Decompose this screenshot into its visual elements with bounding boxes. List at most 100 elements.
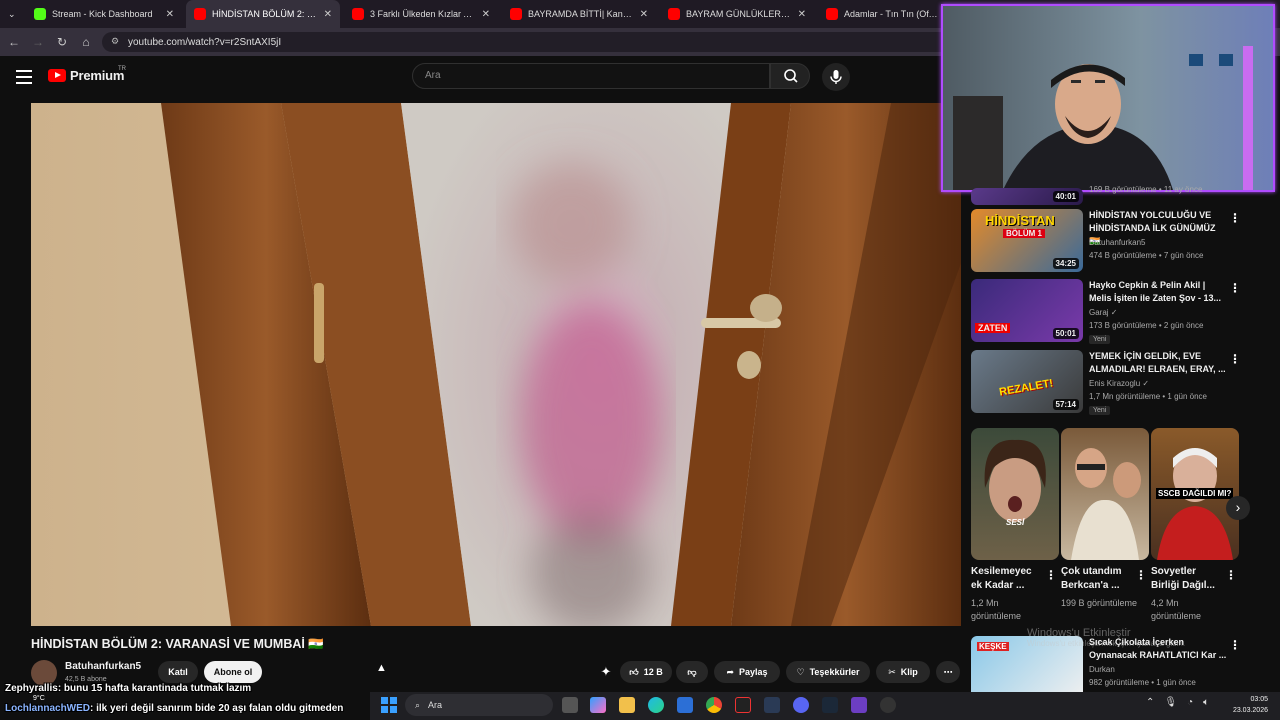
address-bar[interactable]: ⚙ youtube.com/watch?v=r2SntAXI5jI [102,32,952,52]
weather-widget[interactable]: 9°C [33,695,45,702]
video-thumbnail[interactable]: 40:01 [971,188,1083,205]
video-channel[interactable]: Batuhanfurkan5 [1089,238,1146,247]
close-icon[interactable]: ✕ [798,9,806,20]
short-card[interactable]: SESİ Kesilemeyec ek Kadar ... 1,2 Mn gör… [971,428,1059,621]
app-icon[interactable] [851,697,867,713]
short-card[interactable]: Çok utandım Berkcan'a ... 199 B görüntül… [1061,428,1149,608]
video-title[interactable]: YEMEK İÇİN GELDİK, EVE ALMADILAR! ELRAEN… [1089,350,1229,376]
obs-icon[interactable] [735,697,751,713]
search-button[interactable] [770,63,810,89]
short-title[interactable]: Kesilemeyec ek Kadar ... [971,565,1043,593]
recommended-video[interactable]: HİNDİSTAN BÖLÜM 1 34:25 HİNDİSTAN YOLCULUĞU… [971,209,1261,273]
ai-sparkle-button[interactable]: ✦ [596,661,616,683]
video-title[interactable]: Hayko Cepkin & Pelin Akil | Melis İşiten… [1089,279,1229,305]
browser-tab[interactable]: Stream - Kick Dashboard ✕ [26,0,182,28]
clock[interactable]: 03:05 23.03.2026 [1224,694,1268,716]
recommended-video[interactable]: 40:01 169 B görüntüleme • 11 ay önce [971,185,1261,206]
short-title[interactable]: Sovyetler Birliği Dağıl... [1151,565,1223,593]
search-icon [784,69,798,83]
video-duration: 40:01 [1052,191,1079,202]
edge-icon[interactable] [648,697,664,713]
close-icon[interactable]: ✕ [166,9,174,20]
site-info-icon[interactable]: ⚙ [111,36,121,46]
tab-list-button[interactable]: ⌄ [4,0,24,28]
chevron-down-icon: ⌄ [8,8,16,19]
subscribe-button[interactable]: Abone ol [204,661,262,683]
kick-icon [34,8,46,20]
more-options-icon[interactable]: ⋮ [1135,568,1147,582]
video-channel[interactable]: Garaj ✓ [1089,308,1118,317]
voice-search-button[interactable] [822,63,850,91]
taskbar-search-label: Ara [428,700,443,710]
more-options-icon[interactable]: ⋮ [1225,568,1237,582]
video-channel[interactable]: Enis Kirazoglu ✓ [1089,379,1149,388]
more-options-icon[interactable]: ⋮ [1229,638,1241,652]
hamburger-menu-icon[interactable] [16,70,32,84]
browser-tab[interactable]: HİNDİSTAN BÖLÜM 2: VARA ✕ [186,0,340,28]
volume-icon[interactable]: 🔈︎ [1203,697,1209,708]
chrome-icon[interactable] [706,697,722,713]
widgets-icon[interactable] [590,697,606,713]
video-thumbnail[interactable]: REZALET! 57:14 [971,350,1083,413]
steam-icon[interactable] [822,697,838,713]
wifi-icon[interactable]: ◔ [1187,697,1193,708]
short-thumbnail[interactable]: SSCB DAĞILDI MI? [1151,428,1239,560]
shorts-next-button[interactable]: › [1226,496,1250,520]
microphone-icon[interactable]: 🎙︎ [1164,697,1177,708]
video-player[interactable] [31,103,961,626]
channel-name[interactable]: Batuhanfurkan5 [65,661,141,672]
chat-message: LochlannachWED: ilk yeri değil sanırım b… [5,703,343,714]
like-button[interactable]: 👍︎ 12 B [620,661,672,683]
recommended-video[interactable]: REZALET! 57:14 YEMEK İÇİN GELDİK, EVE ALMA… [971,350,1261,415]
chevron-up-icon[interactable]: ⌃ [1146,697,1154,708]
close-icon[interactable]: ✕ [482,9,490,20]
clip-button[interactable]: ✂ Klip [876,661,930,683]
search-input[interactable]: Ara [412,63,770,89]
subscriber-count: 42,5 B abone [65,676,107,683]
more-options-icon[interactable]: ⋮ [1229,352,1241,366]
file-explorer-icon[interactable] [619,697,635,713]
tab-title: Stream - Kick Dashboard [52,9,153,19]
browser-tab[interactable]: 3 Farklı Ülkeden Kızlar Ankara'y ✕ [344,0,498,28]
thanks-button[interactable]: ♡ Teşekkürler [786,661,870,683]
close-icon[interactable]: ✕ [324,9,332,20]
chat-message: Zephyrallis: bunu 15 hafta karantinada t… [5,683,251,694]
clock-date: 23.03.2026 [1232,707,1268,714]
share-button[interactable]: ➦ Paylaş [714,661,780,683]
video-channel[interactable]: Durkan [1089,665,1115,674]
more-options-icon[interactable]: ⋮ [1229,281,1241,295]
youtube-premium-logo[interactable]: Premium TR [48,66,126,83]
dislike-button[interactable]: 👎︎ [676,661,708,683]
back-icon[interactable]: ← [6,34,22,50]
join-button[interactable]: Katıl [158,661,198,683]
store-icon[interactable] [677,697,693,713]
more-options-icon[interactable]: ⋮ [1045,568,1057,582]
short-title[interactable]: Çok utandım Berkcan'a ... [1061,565,1133,593]
more-options-icon[interactable]: ⋮ [1229,211,1241,225]
youtube-icon [826,8,838,20]
taskbar-search[interactable]: ⌕ Ara [405,694,553,716]
short-thumbnail[interactable] [1061,428,1149,560]
browser-tab[interactable]: BAYRAM GÜNLÜKLERİ 🔵 (go k ✕ [660,0,814,28]
task-view-icon[interactable] [562,697,578,713]
home-icon[interactable]: ⌂ [78,34,94,50]
discord-icon[interactable] [793,697,809,713]
app-icon[interactable] [764,697,780,713]
sparkle-icon: ✦ [600,664,612,679]
short-card[interactable]: SSCB DAĞILDI MI? Sovyetler Birliği Dağıl… [1151,428,1239,621]
video-thumbnail[interactable]: ZATEN 50:01 [971,279,1083,342]
short-thumbnail[interactable]: SESİ [971,428,1059,560]
share-label: Paylaş [739,667,768,677]
reload-icon[interactable]: ↻ [54,34,70,50]
browser-tab[interactable]: Adamlar - Tın Tın (Official Au [818,0,948,28]
close-icon[interactable]: ✕ [640,9,648,20]
short-views: 1,2 Mn görüntüleme [971,598,1022,621]
settings-icon[interactable] [880,697,896,713]
more-actions-button[interactable]: ⋯ [936,661,960,683]
video-thumbnail[interactable]: HİNDİSTAN BÖLÜM 1 34:25 [971,209,1083,272]
browser-tab[interactable]: BAYRAMDA BİTTİ| Kanser oldu ✕ [502,0,656,28]
forward-icon[interactable]: → [30,34,46,50]
recommended-video[interactable]: ZATEN 50:01 Hayko Cepkin & Pelin Akil | Me… [971,279,1261,344]
youtube-icon [510,8,522,20]
windows-start-icon[interactable] [381,697,397,713]
